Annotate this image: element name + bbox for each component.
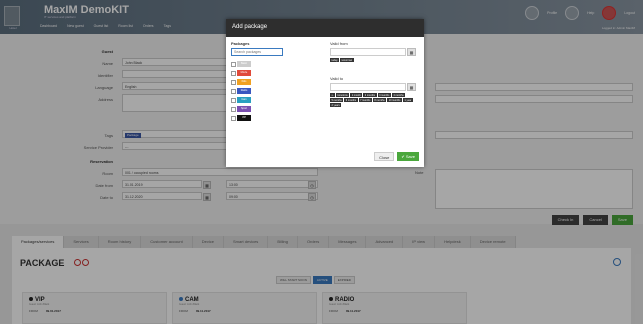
package-chip: Cam [237,97,251,103]
package-option[interactable]: Sport [231,105,293,113]
quick-today[interactable]: today [330,58,340,62]
checkbox[interactable] [231,97,236,103]
quick-6-months[interactable]: 6 months [344,98,358,102]
package-option[interactable]: Basic [231,60,293,68]
valid-from-label: Valid from [330,41,348,46]
quick-unlimited[interactable]: ∞ [330,93,335,97]
package-option[interactable]: Kids [231,78,293,86]
package-option[interactable]: Cam [231,96,293,104]
quick-10-months[interactable]: 10 months [387,98,402,102]
package-chip: Basic [237,61,251,67]
quick-8-months[interactable]: 8 months [372,98,387,102]
add-package-dialog: Add package Packages Basic Movie Kids Ra… [226,19,424,167]
quick-5-months[interactable]: 5 months [330,98,344,102]
packages-column: Packages Basic Movie Kids Radio Cam Spor… [231,41,293,123]
calendar-icon[interactable]: ▦ [407,48,416,56]
checkbox[interactable] [231,70,236,76]
package-option[interactable]: Radio [231,87,293,95]
package-chip: Kids [237,79,251,85]
quick-2-months[interactable]: 2 months [363,93,377,97]
checkbox[interactable] [231,88,236,94]
valid-from-quick: today tomorrow [330,58,416,62]
package-chip: Movie [237,70,251,76]
quick-1-year[interactable]: 1 year [402,98,413,102]
checkbox[interactable] [231,115,236,121]
package-option[interactable]: Movie [231,69,293,77]
dialog-save-button[interactable]: ✔ Save [397,152,419,161]
package-option[interactable]: VIP [231,114,293,122]
dialog-footer: Close ✔ Save [374,152,419,161]
valid-to-label: Valid to [330,76,344,81]
validity-column: Valid from ▦ today tomorrow Valid to ▦ ∞… [330,41,418,107]
search-packages-input[interactable] [231,48,283,56]
quick-4-months[interactable]: 4 months [391,93,406,97]
quick-tomorrow[interactable]: tomorrow [335,93,350,97]
package-list: Basic Movie Kids Radio Cam Sport VIP [231,60,293,122]
calendar-icon[interactable]: ▦ [407,83,416,91]
quick-1-month[interactable]: 1 month [350,93,363,97]
dialog-title: Add package [226,19,424,37]
checkbox[interactable] [231,106,236,112]
quick-3-months[interactable]: 3 months [377,93,391,97]
valid-to-quick: ∞ tomorrow 1 month 2 months 3 months 4 m… [330,93,416,107]
dialog-body: Packages Basic Movie Kids Radio Cam Spor… [226,37,424,167]
quick-tomorrow[interactable]: tomorrow [340,58,354,62]
quick-2-years[interactable]: 2 years [330,103,342,107]
close-button[interactable]: Close [374,152,395,161]
valid-to-input[interactable] [330,83,406,91]
save-label: Save [405,154,415,159]
valid-to-row: ▦ [330,83,418,91]
valid-from-input[interactable] [330,48,406,56]
package-chip: Radio [237,88,251,94]
packages-label: Packages [231,41,250,46]
checkbox[interactable] [231,61,236,67]
checkbox[interactable] [231,79,236,85]
package-chip: Sport [237,106,251,112]
valid-from-row: ▦ [330,48,418,56]
package-chip: VIP [237,115,251,121]
quick-7-months[interactable]: 7 months [358,98,372,102]
